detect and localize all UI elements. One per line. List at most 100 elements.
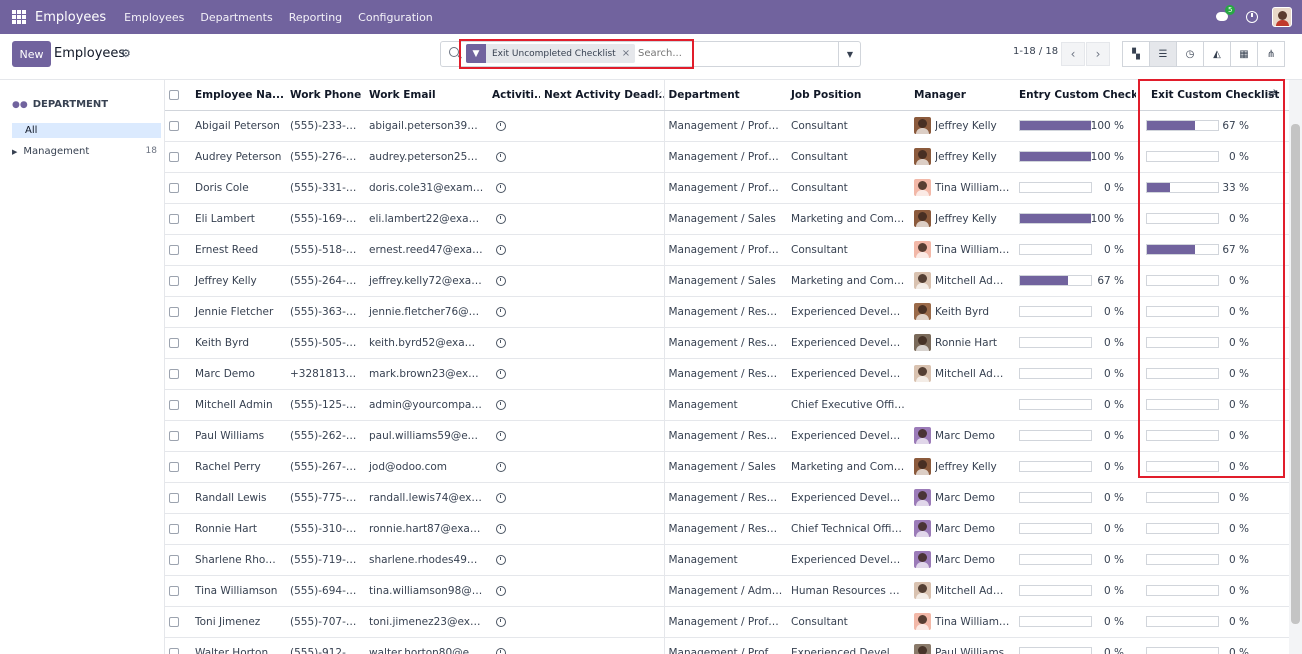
table-row[interactable]: Jeffrey Kelly (555)-264-7362 jeffrey.kelly…: [165, 265, 1289, 297]
department[interactable]: Management / Resear...: [663, 482, 787, 514]
row-select-cell[interactable]: [165, 203, 191, 235]
employee-name[interactable]: Randall Lewis: [191, 482, 286, 514]
row-select-cell[interactable]: [165, 172, 191, 204]
employee-name[interactable]: Walter Horton: [191, 637, 286, 654]
job-position[interactable]: Human Resources Ma...: [787, 575, 910, 607]
work-phone[interactable]: (555)-169-1352: [286, 203, 365, 235]
activity-clock-icon[interactable]: [1246, 11, 1258, 23]
department[interactable]: Management / Sales: [663, 265, 787, 297]
activity-clock-icon[interactable]: [496, 585, 506, 596]
work-email[interactable]: ronnie.hart87@exam...: [365, 513, 488, 545]
employee-name[interactable]: Mitchell Admin: [191, 389, 286, 421]
work-phone[interactable]: (555)-310-7863: [286, 513, 365, 545]
table-row[interactable]: Sharlene Rhodes (555)-719-4182 sharlene.rh…: [165, 544, 1289, 576]
job-position[interactable]: Marketing and Comm...: [787, 451, 910, 483]
work-email[interactable]: ernest.reed47@exam...: [365, 234, 488, 266]
table-row[interactable]: Keith Byrd (555)-505-5146 keith.byrd52@exa…: [165, 327, 1289, 359]
row-select-cell[interactable]: [165, 389, 191, 421]
row-checkbox[interactable]: [169, 182, 179, 193]
user-avatar[interactable]: [1272, 7, 1292, 27]
table-row[interactable]: Eli Lambert (555)-169-1352 eli.lambert22@e…: [165, 203, 1289, 235]
work-email[interactable]: walter.horton80@exa...: [365, 637, 488, 654]
manager-cell[interactable]: Jeffrey Kelly: [910, 141, 1015, 173]
row-select-cell[interactable]: [165, 234, 191, 266]
chevron-down-icon[interactable]: ⌵: [655, 88, 662, 98]
activity-cell[interactable]: [488, 203, 540, 235]
manager-cell[interactable]: Tina Williams...: [910, 606, 1015, 638]
job-position[interactable]: Consultant: [787, 172, 910, 204]
row-checkbox[interactable]: [169, 616, 179, 627]
employee-name[interactable]: Abigail Peterson: [191, 110, 286, 142]
work-email[interactable]: paul.williams59@exa...: [365, 420, 488, 452]
row-select-cell[interactable]: [165, 544, 191, 576]
activity-clock-icon[interactable]: [496, 523, 506, 534]
work-phone[interactable]: (555)-233-3393: [286, 110, 365, 142]
job-position[interactable]: Marketing and Comm...: [787, 203, 910, 235]
activity-cell[interactable]: [488, 172, 540, 204]
new-button[interactable]: New: [12, 41, 51, 67]
manager-cell[interactable]: Mitchell Admin: [910, 358, 1015, 390]
header-employee-name[interactable]: Employee Na...: [191, 80, 286, 111]
department[interactable]: Management / Resear...: [663, 296, 787, 328]
activity-view-button[interactable]: ◷: [1176, 41, 1204, 67]
work-email[interactable]: audrey.peterson25@e...: [365, 141, 488, 173]
row-checkbox[interactable]: [169, 647, 179, 654]
department[interactable]: Management / Profes...: [663, 141, 787, 173]
header-department[interactable]: Department: [663, 80, 787, 111]
job-position[interactable]: Consultant: [787, 234, 910, 266]
job-position[interactable]: Experienced Developer: [787, 358, 910, 390]
job-position[interactable]: Consultant: [787, 110, 910, 142]
job-position[interactable]: Experienced Developer: [787, 482, 910, 514]
department[interactable]: Management: [663, 389, 787, 421]
table-row[interactable]: Rachel Perry (555)-267-3735 jod@odoo.com Ma…: [165, 451, 1289, 483]
work-email[interactable]: admin@yourcompany....: [365, 389, 488, 421]
manager-cell[interactable]: Marc Demo: [910, 420, 1015, 452]
select-all-checkbox[interactable]: [169, 89, 179, 100]
department[interactable]: Management: [663, 544, 787, 576]
manager-cell[interactable]: Marc Demo: [910, 482, 1015, 514]
manager-cell[interactable]: Ronnie Hart: [910, 327, 1015, 359]
row-checkbox[interactable]: [169, 430, 179, 441]
row-select-cell[interactable]: [165, 451, 191, 483]
apps-menu-icon[interactable]: [12, 10, 26, 24]
row-select-cell[interactable]: [165, 141, 191, 173]
job-position[interactable]: Experienced Developer: [787, 296, 910, 328]
employee-name[interactable]: Ronnie Hart: [191, 513, 286, 545]
employee-name[interactable]: Ernest Reed: [191, 234, 286, 266]
menu-configuration[interactable]: Configuration: [358, 11, 433, 24]
activity-cell[interactable]: [488, 451, 540, 483]
row-checkbox[interactable]: [169, 368, 179, 379]
manager-cell[interactable]: [910, 389, 1015, 421]
work-email[interactable]: sharlene.rhodes49@e...: [365, 544, 488, 576]
work-email[interactable]: jennie.fletcher76@ex...: [365, 296, 488, 328]
job-position[interactable]: Marketing and Comm...: [787, 265, 910, 297]
search-options-toggle[interactable]: ▼: [838, 41, 861, 67]
activity-clock-icon[interactable]: [496, 120, 506, 131]
table-row[interactable]: Ernest Reed (555)-518-8232 ernest.reed47@e…: [165, 234, 1289, 266]
activity-clock-icon[interactable]: [496, 461, 506, 472]
activity-clock-icon[interactable]: [496, 554, 506, 565]
work-email[interactable]: jeffrey.kelly72@exam...: [365, 265, 488, 297]
work-email[interactable]: toni.jimenez23@exa...: [365, 606, 488, 638]
manager-cell[interactable]: Keith Byrd: [910, 296, 1015, 328]
header-manager[interactable]: Manager: [910, 80, 1015, 111]
row-checkbox[interactable]: [169, 244, 179, 255]
row-select-cell[interactable]: [165, 358, 191, 390]
work-phone[interactable]: (555)-262-1607: [286, 420, 365, 452]
department[interactable]: Management / Sales: [663, 203, 787, 235]
employee-name[interactable]: Sharlene Rhodes: [191, 544, 286, 576]
table-row[interactable]: Paul Williams (555)-262-1607 paul.williams…: [165, 420, 1289, 452]
activity-cell[interactable]: [488, 327, 540, 359]
work-email[interactable]: doris.cole31@exampl...: [365, 172, 488, 204]
row-checkbox[interactable]: [169, 492, 179, 503]
row-select-cell[interactable]: [165, 296, 191, 328]
row-checkbox[interactable]: [169, 213, 179, 224]
manager-cell[interactable]: Jeffrey Kelly: [910, 110, 1015, 142]
row-select-cell[interactable]: [165, 265, 191, 297]
activity-clock-icon[interactable]: [496, 492, 506, 503]
work-email[interactable]: abigail.peterson39@e...: [365, 110, 488, 142]
menu-reporting[interactable]: Reporting: [289, 11, 342, 24]
pivot-view-button[interactable]: ▦: [1230, 41, 1258, 67]
list-view-button[interactable]: ☰: [1149, 41, 1177, 67]
activity-clock-icon[interactable]: [496, 337, 506, 348]
